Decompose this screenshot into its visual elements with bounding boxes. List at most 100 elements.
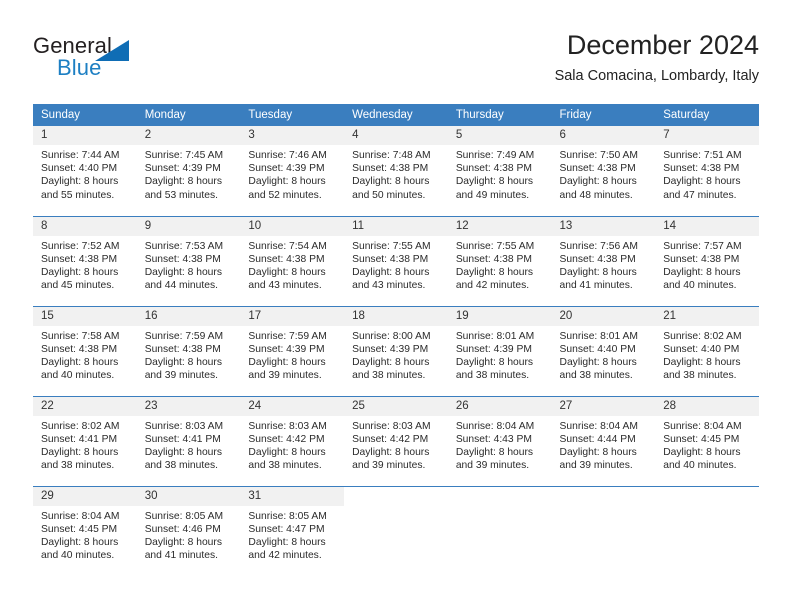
sunset-text: Sunset: 4:38 PM [144, 253, 221, 265]
day-cell[interactable]: 10 Sunrise: 7:54 AM Sunset: 4:38 PM Dayligh… [240, 215, 345, 306]
sunrise-text: Sunrise: 7:59 AM [248, 330, 327, 342]
day-number: 3 [240, 126, 345, 145]
day-cell[interactable]: 23 Sunrise: 8:03 AM Sunset: 4:41 PM Dayligh… [136, 395, 241, 486]
day-cell[interactable]: 15 Sunrise: 7:58 AM Sunset: 4:38 PM Dayligh… [33, 305, 137, 396]
day-cell[interactable]: 17 Sunrise: 7:59 AM Sunset: 4:39 PM Dayligh… [240, 305, 345, 396]
day-cell[interactable]: 22 Sunrise: 8:02 AM Sunset: 4:41 PM Dayligh… [33, 395, 137, 486]
day-cell[interactable]: 26 Sunrise: 8:04 AM Sunset: 4:43 PM Dayligh… [447, 395, 552, 486]
day-cell[interactable]: 19 Sunrise: 8:01 AM Sunset: 4:39 PM Dayligh… [447, 305, 552, 396]
daylight-text-line1: Daylight: 8 hours [248, 176, 326, 188]
day-cell[interactable]: 9 Sunrise: 7:53 AM Sunset: 4:38 PM Daylight… [136, 215, 241, 306]
day-cell-empty [344, 485, 448, 576]
daylight-text-line1: Daylight: 8 hours [663, 266, 741, 278]
day-cell[interactable]: 29 Sunrise: 8:04 AM Sunset: 4:45 PM Dayligh… [33, 485, 137, 576]
sunrise-text: Sunrise: 8:05 AM [248, 510, 327, 522]
day-info: Sunrise: 8:03 AM Sunset: 4:41 PM Daylight:… [137, 416, 241, 473]
day-cell[interactable]: 2 Sunrise: 7:45 AM Sunset: 4:39 PM Daylight… [136, 126, 241, 216]
day-cell[interactable]: 8 Sunrise: 7:52 AM Sunset: 4:38 PM Daylight… [33, 215, 137, 306]
day-cell[interactable]: 25 Sunrise: 8:03 AM Sunset: 4:42 PM Dayligh… [344, 395, 448, 486]
sunset-text: Sunset: 4:38 PM [663, 253, 740, 265]
day-info: Sunrise: 8:00 AM Sunset: 4:39 PM Daylight:… [344, 326, 448, 383]
sunrise-text: Sunrise: 7:46 AM [248, 150, 327, 161]
daylight-text-line1: Daylight: 8 hours [455, 446, 534, 458]
sunrise-text: Sunrise: 7:54 AM [248, 240, 327, 252]
day-number: 12 [447, 216, 552, 236]
day-number: 10 [240, 216, 345, 236]
weekday-header-sunday: Sunday [33, 104, 137, 126]
daylight-text-line2: and 43 minutes. [352, 280, 426, 292]
day-number: 11 [344, 216, 448, 236]
day-cell[interactable]: 18 Sunrise: 8:00 AM Sunset: 4:39 PM Dayligh… [344, 305, 448, 396]
daylight-text-line1: Daylight: 8 hours [352, 446, 430, 458]
day-number: 15 [33, 306, 137, 326]
daylight-text-line1: Daylight: 8 hours [663, 356, 741, 368]
day-cell[interactable]: 20 Sunrise: 8:01 AM Sunset: 4:40 PM Dayligh… [551, 305, 656, 396]
day-cell[interactable]: 28 Sunrise: 8:04 AM Sunset: 4:45 PM Dayligh… [655, 395, 759, 486]
sunrise-text: Sunrise: 8:01 AM [455, 330, 535, 342]
day-number: 28 [655, 396, 759, 416]
daylight-text-line2: and 42 minutes. [248, 550, 322, 562]
sunrise-text: Sunrise: 7:51 AM [663, 150, 742, 161]
calendar-body: 1 Sunrise: 7:44 AM Sunset: 4:40 PM Daylight… [33, 126, 759, 576]
day-info [448, 506, 552, 510]
daylight-text-line2: and 55 minutes. [41, 189, 115, 201]
day-cell[interactable]: 7 Sunrise: 7:51 AM Sunset: 4:38 PM Daylight… [655, 126, 759, 216]
day-cell[interactable]: 13 Sunrise: 7:56 AM Sunset: 4:38 PM Dayligh… [551, 215, 656, 306]
daylight-text-line2: and 39 minutes. [455, 460, 530, 472]
day-cell[interactable]: 24 Sunrise: 8:03 AM Sunset: 4:42 PM Dayligh… [240, 395, 345, 486]
daylight-text-line2: and 38 minutes. [248, 460, 322, 472]
day-cell[interactable]: 6 Sunrise: 7:50 AM Sunset: 4:38 PM Daylight… [551, 126, 656, 216]
day-cell[interactable]: 5 Sunrise: 7:49 AM Sunset: 4:38 PM Daylight… [447, 126, 552, 216]
daylight-text-line2: and 45 minutes. [41, 280, 115, 292]
daylight-text-line2: and 49 minutes. [455, 189, 530, 201]
day-info: Sunrise: 7:57 AM Sunset: 4:38 PM Daylight:… [655, 236, 759, 293]
day-info: Sunrise: 7:59 AM Sunset: 4:38 PM Daylight:… [137, 326, 241, 383]
sunrise-text: Sunrise: 8:04 AM [41, 510, 120, 522]
day-cell[interactable]: 3 Sunrise: 7:46 AM Sunset: 4:39 PM Daylight… [240, 126, 345, 216]
day-cell[interactable]: 11 Sunrise: 7:55 AM Sunset: 4:38 PM Dayligh… [344, 215, 448, 306]
sunset-text: Sunset: 4:41 PM [144, 433, 221, 445]
sunset-text: Sunset: 4:39 PM [352, 343, 429, 355]
day-number [344, 486, 448, 506]
day-number: 18 [344, 306, 448, 326]
daylight-text-line1: Daylight: 8 hours [41, 266, 119, 278]
day-cell[interactable]: 12 Sunrise: 7:55 AM Sunset: 4:38 PM Dayligh… [447, 215, 552, 306]
daylight-text-line1: Daylight: 8 hours [248, 446, 326, 458]
day-cell[interactable]: 27 Sunrise: 8:04 AM Sunset: 4:44 PM Dayligh… [551, 395, 656, 486]
general-blue-logo[interactable]: General Blue [33, 34, 263, 90]
calendar-page: General Blue December 2024 Sala Comacina… [0, 0, 792, 612]
sunset-text: Sunset: 4:38 PM [248, 253, 325, 265]
day-info: Sunrise: 8:01 AM Sunset: 4:39 PM Daylight:… [448, 326, 552, 383]
daylight-text-line1: Daylight: 8 hours [559, 446, 637, 458]
day-info: Sunrise: 8:04 AM Sunset: 4:45 PM Daylight:… [33, 506, 137, 563]
sunset-text: Sunset: 4:38 PM [41, 253, 118, 265]
sunset-text: Sunset: 4:43 PM [455, 433, 532, 445]
day-cell[interactable]: 1 Sunrise: 7:44 AM Sunset: 4:40 PM Daylight… [33, 126, 137, 216]
daylight-text-line1: Daylight: 8 hours [41, 176, 119, 188]
title-block: December 2024 Sala Comacina, Lombardy, I… [555, 28, 759, 86]
day-info: Sunrise: 7:56 AM Sunset: 4:38 PM Daylight:… [552, 236, 656, 293]
day-cell[interactable]: 30 Sunrise: 8:05 AM Sunset: 4:46 PM Dayligh… [136, 485, 241, 576]
day-cell[interactable]: 14 Sunrise: 7:57 AM Sunset: 4:38 PM Dayligh… [655, 215, 759, 306]
week-row: 15 Sunrise: 7:58 AM Sunset: 4:38 PM Dayligh… [33, 305, 759, 396]
day-number: 17 [240, 306, 345, 326]
day-info [344, 506, 448, 510]
sunrise-text: Sunrise: 7:53 AM [144, 240, 224, 252]
daylight-text-line1: Daylight: 8 hours [663, 446, 741, 458]
day-number: 13 [551, 216, 656, 236]
day-cell[interactable]: 31 Sunrise: 8:05 AM Sunset: 4:47 PM Dayligh… [240, 485, 345, 576]
daylight-text-line2: and 39 minutes. [559, 460, 633, 472]
daylight-text-line1: Daylight: 8 hours [144, 176, 222, 188]
day-cell[interactable]: 4 Sunrise: 7:48 AM Sunset: 4:38 PM Daylight… [344, 126, 448, 216]
weekday-header-thursday: Thursday [447, 104, 552, 126]
daylight-text-line2: and 40 minutes. [663, 460, 737, 472]
daylight-text-line2: and 39 minutes. [352, 460, 426, 472]
page-title: December 2024 [566, 30, 759, 60]
daylight-text-line1: Daylight: 8 hours [352, 176, 430, 188]
day-info [655, 506, 759, 510]
daylight-text-line2: and 38 minutes. [144, 460, 218, 472]
day-cell[interactable]: 21 Sunrise: 8:02 AM Sunset: 4:40 PM Dayligh… [655, 305, 759, 396]
day-cell[interactable]: 16 Sunrise: 7:59 AM Sunset: 4:38 PM Dayligh… [136, 305, 241, 396]
daylight-text-line2: and 38 minutes. [559, 370, 633, 382]
daylight-text-line2: and 39 minutes. [248, 370, 322, 382]
